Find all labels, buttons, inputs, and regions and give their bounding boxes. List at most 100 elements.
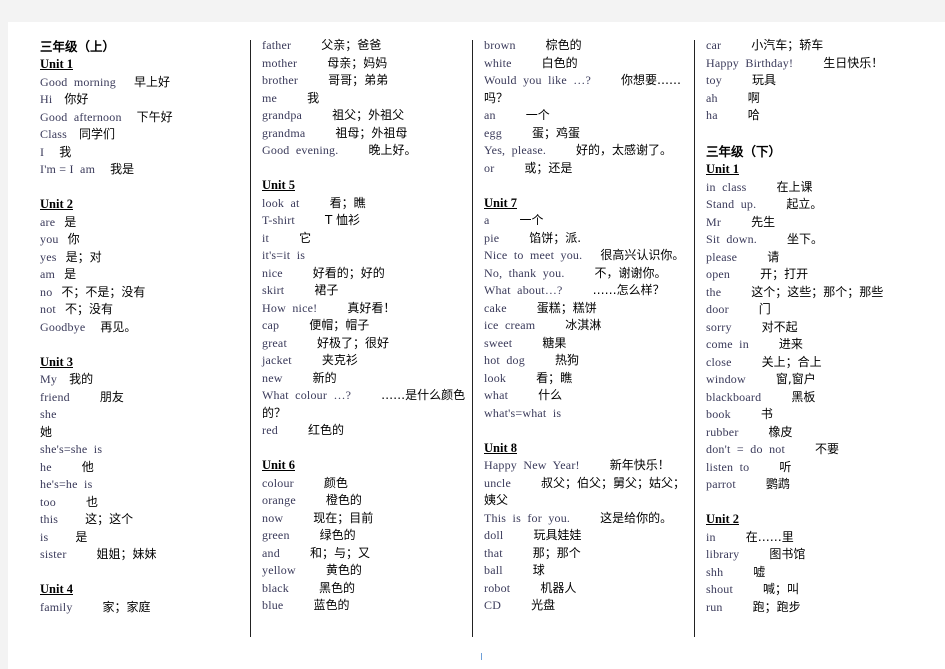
english-term: cap (262, 318, 280, 332)
vocab-entry: rubber 橡皮 (706, 424, 911, 442)
vocab-entry: colour 颜色 (262, 475, 472, 493)
english-term: family (40, 599, 73, 614)
vocab-entry: egg 蛋；鸡蛋 (484, 125, 694, 143)
column-divider (472, 40, 473, 637)
english-term: it (262, 230, 270, 245)
english-term: what (484, 388, 509, 402)
chinese-translation: 这个；这些；那个；那些 (751, 284, 884, 299)
vocab-entry: ha 哈 (706, 107, 911, 125)
vocab-entry: car 小汽车；轿车 (706, 37, 911, 55)
vocab-entry: what's=what is (484, 405, 694, 423)
vocab-entry: Hi 你好 (40, 91, 250, 109)
vocab-entry: blackboard 黑板 (706, 389, 911, 407)
unit-heading: Unit 6 (262, 458, 295, 472)
vocab-entry: please 请 (706, 249, 911, 267)
vocab-entry: jacket 夹克衫 (262, 352, 472, 370)
chinese-translation: 不要 (815, 442, 840, 456)
chinese-translation: 真好看！ (347, 300, 396, 315)
english-term: and (262, 545, 280, 560)
chinese-translation: 家；家庭 (102, 599, 151, 614)
english-term: Class (40, 127, 68, 141)
vocab-entry: brown 棕色的 (484, 37, 694, 55)
chinese-translation: 一个 (519, 213, 544, 227)
english-term: nice (262, 265, 283, 280)
vocab-entry: friend 朋友 (40, 389, 250, 407)
chinese-translation: 蛋糕；糕饼 (536, 300, 597, 315)
chinese-translation: 生日快乐！ (823, 55, 884, 70)
english-term: come in (706, 337, 749, 351)
english-term: grandpa (262, 108, 303, 122)
english-term: sweet (484, 335, 513, 350)
english-term: open (706, 267, 731, 281)
chinese-translation: 关上；合上 (761, 354, 822, 369)
chinese-translation: 热狗 (554, 353, 579, 367)
chinese-translation: 朋友 (99, 389, 124, 404)
chinese-translation: 祖父；外祖父 (332, 108, 405, 122)
vocab-entry: Goodbye 再见。 (40, 319, 250, 337)
chinese-translation: 啊 (747, 90, 760, 105)
vocab-entry: black 黑色的 (262, 580, 472, 598)
chinese-translation: 再见。 (100, 319, 137, 334)
english-term: ice cream (484, 318, 536, 332)
chinese-translation: 是 (64, 214, 77, 229)
chinese-translation: 红色的 (307, 423, 344, 437)
english-term: she (40, 407, 57, 421)
vocab-entry: close 关上；合上 (706, 354, 911, 372)
chinese-translation: 那；那个 (532, 545, 581, 560)
vocab-entry: this 这；这个 (40, 511, 250, 529)
english-term: skirt (262, 283, 285, 297)
vocab-entry: open 开；打开 (706, 266, 911, 284)
english-term: library (706, 547, 740, 561)
vocab-entry: Good morning 早上好 (40, 74, 250, 92)
vocab-entry: hot dog 热狗 (484, 352, 694, 370)
chinese-translation: 嘘 (753, 564, 766, 579)
english-term: ha (706, 108, 718, 122)
chinese-translation: 不；没有 (64, 302, 113, 316)
vocab-entry: family 家；家庭 (40, 599, 250, 617)
vocab-entry: door 门 (706, 301, 911, 319)
unit-heading: Unit 5 (262, 178, 295, 192)
vocab-entry: Good afternoon 下午好 (40, 109, 250, 127)
chinese-translation: 一个 (525, 108, 550, 122)
english-term: mother (262, 55, 298, 70)
chinese-translation: 看；瞧 (329, 195, 366, 210)
chinese-translation: 母亲；妈妈 (327, 55, 388, 70)
vocab-entry: I我 (40, 144, 250, 162)
chinese-translation: 是；对 (65, 249, 102, 264)
english-term: Would you like …? (484, 73, 592, 87)
chinese-translation: 哈 (747, 108, 760, 122)
english-term: rubber (706, 424, 739, 439)
chinese-translation: 她 (40, 424, 53, 439)
chinese-translation: 棕色的 (545, 38, 582, 52)
grade-heading: 三年级（下） (706, 144, 782, 159)
vocab-entry: grandpa 祖父；外祖父 (262, 107, 472, 125)
chinese-translation: 晚上好。 (368, 143, 417, 157)
chinese-translation: 现在；目前 (313, 510, 374, 525)
english-term: shh (706, 564, 724, 579)
column-divider (250, 40, 251, 637)
chinese-translation: 好极了；很好 (316, 335, 389, 350)
chinese-translation: 冰淇淋 (565, 318, 602, 332)
english-term: door (706, 302, 729, 316)
vocab-entry: no 不；不是；没有 (40, 284, 250, 302)
vocab-entry: doll 玩具娃娃 (484, 527, 694, 545)
vocab-entry: or 或；还是 (484, 160, 694, 178)
english-term: now (262, 510, 284, 525)
english-term: ball (484, 563, 503, 577)
english-term: hot dog (484, 353, 525, 367)
chinese-translation: 鹦鹉 (765, 477, 790, 491)
chinese-translation: 玩具 (751, 73, 776, 87)
chinese-translation: 颜色 (323, 475, 348, 490)
unit-heading: Unit 8 (484, 440, 517, 455)
vocab-entry: My 我的 (40, 371, 250, 389)
chinese-translation: 不；不是；没有 (61, 284, 146, 299)
english-term: don't = do not (706, 442, 785, 456)
english-term: Good afternoon (40, 109, 122, 124)
english-term: car (706, 38, 722, 52)
vocab-entry: she's=she is (40, 441, 250, 459)
chinese-translation: 橡皮 (768, 424, 793, 439)
